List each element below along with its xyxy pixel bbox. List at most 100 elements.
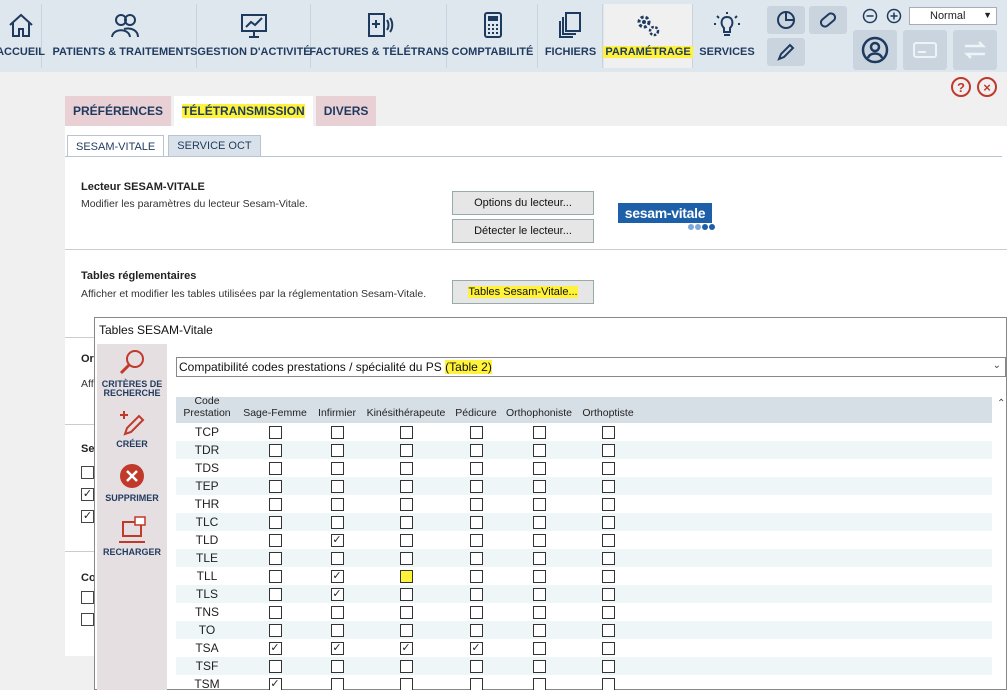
compatibility-checkbox[interactable] bbox=[601, 461, 615, 475]
compatibility-checkbox[interactable] bbox=[268, 569, 282, 583]
background-checkbox[interactable] bbox=[81, 613, 94, 626]
background-checkbox[interactable] bbox=[81, 591, 94, 604]
stats-button[interactable] bbox=[767, 6, 805, 34]
compatibility-checkbox[interactable] bbox=[469, 569, 483, 583]
create-button[interactable]: CRÉER bbox=[97, 408, 167, 449]
delete-button[interactable]: SUPPRIMER bbox=[97, 462, 167, 503]
reload-button[interactable]: RECHARGER bbox=[97, 516, 167, 557]
compatibility-checkbox[interactable] bbox=[268, 533, 282, 547]
compatibility-checkbox[interactable] bbox=[532, 587, 546, 601]
nav-factures[interactable]: FACTURES & TÉLÉTRANS bbox=[309, 4, 449, 68]
zoom-out-icon[interactable] bbox=[862, 8, 878, 24]
compatibility-checkbox[interactable] bbox=[268, 425, 282, 439]
compatibility-checkbox[interactable] bbox=[268, 623, 282, 637]
edit-button[interactable] bbox=[767, 38, 805, 66]
tab-teletransmission[interactable]: TÉLÉTRANSMISSION bbox=[174, 96, 313, 126]
compatibility-checkbox[interactable] bbox=[268, 551, 282, 565]
compatibility-checkbox[interactable] bbox=[601, 497, 615, 511]
compatibility-checkbox[interactable] bbox=[601, 533, 615, 547]
compatibility-checkbox[interactable] bbox=[532, 623, 546, 637]
compatibility-checkbox[interactable] bbox=[330, 479, 344, 493]
tab-divers[interactable]: DIVERS bbox=[315, 96, 377, 126]
nav-gestion[interactable]: GESTION D'ACTIVITÉ bbox=[197, 4, 311, 68]
card-reader-button[interactable] bbox=[903, 30, 947, 70]
compatibility-checkbox[interactable] bbox=[330, 461, 344, 475]
compatibility-checkbox[interactable] bbox=[601, 605, 615, 619]
detect-reader-button[interactable]: Détecter le lecteur... bbox=[452, 219, 594, 243]
compatibility-checkbox[interactable] bbox=[601, 623, 615, 637]
compatibility-checkbox[interactable] bbox=[330, 659, 344, 673]
nav-accueil[interactable]: ACCUEIL bbox=[0, 4, 45, 68]
compatibility-checkbox[interactable] bbox=[268, 605, 282, 619]
compatibility-checkbox[interactable] bbox=[532, 641, 546, 655]
display-mode-select[interactable]: Normal ▼ bbox=[909, 7, 997, 25]
compatibility-checkbox[interactable] bbox=[330, 497, 344, 511]
compatibility-checkbox[interactable] bbox=[532, 533, 546, 547]
user-account-button[interactable] bbox=[853, 30, 897, 70]
background-checkbox[interactable] bbox=[81, 466, 94, 479]
compatibility-checkbox[interactable] bbox=[601, 551, 615, 565]
tab-preferences[interactable]: PRÉFÉRENCES bbox=[65, 96, 172, 126]
reader-options-button[interactable]: Options du lecteur... bbox=[452, 191, 594, 215]
pill-button[interactable] bbox=[809, 6, 847, 34]
compatibility-checkbox[interactable] bbox=[399, 461, 413, 475]
compatibility-checkbox[interactable] bbox=[469, 677, 483, 690]
compatibility-checkbox[interactable] bbox=[330, 623, 344, 637]
compatibility-checkbox[interactable] bbox=[532, 479, 546, 493]
help-icon[interactable]: ? bbox=[951, 77, 971, 97]
compatibility-checkbox[interactable] bbox=[268, 659, 282, 673]
tables-sesam-vitale-button[interactable]: Tables Sesam-Vitale... bbox=[452, 280, 594, 304]
compatibility-checkbox[interactable]: ✓ bbox=[330, 641, 344, 655]
background-checkbox[interactable]: ✓ bbox=[81, 510, 94, 523]
subtab-sesam-vitale[interactable]: SESAM-VITALE bbox=[67, 135, 165, 157]
compatibility-checkbox[interactable] bbox=[469, 497, 483, 511]
compatibility-checkbox[interactable] bbox=[601, 425, 615, 439]
compatibility-checkbox[interactable] bbox=[469, 443, 483, 457]
compatibility-checkbox[interactable] bbox=[532, 515, 546, 529]
compatibility-checkbox[interactable]: ✓ bbox=[469, 641, 483, 655]
compatibility-checkbox[interactable] bbox=[268, 479, 282, 493]
compatibility-checkbox[interactable] bbox=[399, 479, 413, 493]
compatibility-checkbox[interactable] bbox=[399, 569, 413, 583]
compatibility-checkbox[interactable] bbox=[532, 659, 546, 673]
nav-patients[interactable]: PATIENTS & TRAITEMENTS bbox=[52, 4, 198, 68]
compatibility-checkbox[interactable] bbox=[469, 515, 483, 529]
compatibility-checkbox[interactable] bbox=[469, 623, 483, 637]
compatibility-checkbox[interactable] bbox=[601, 677, 615, 690]
scroll-up-icon[interactable]: ⌃ bbox=[997, 398, 1005, 409]
nav-services[interactable]: SERVICES bbox=[694, 4, 760, 68]
compatibility-checkbox[interactable]: ✓ bbox=[330, 569, 344, 583]
compatibility-checkbox[interactable] bbox=[268, 497, 282, 511]
compatibility-checkbox[interactable] bbox=[469, 551, 483, 565]
compatibility-checkbox[interactable] bbox=[330, 605, 344, 619]
table-select-combobox[interactable]: Compatibilité codes prestations / spécia… bbox=[176, 357, 1006, 377]
compatibility-checkbox[interactable] bbox=[601, 641, 615, 655]
compatibility-checkbox[interactable] bbox=[330, 551, 344, 565]
compatibility-checkbox[interactable] bbox=[399, 497, 413, 511]
nav-comptabilite[interactable]: COMPTABILITÉ bbox=[448, 4, 538, 68]
compatibility-checkbox[interactable] bbox=[399, 443, 413, 457]
compatibility-checkbox[interactable] bbox=[469, 659, 483, 673]
compatibility-checkbox[interactable] bbox=[268, 443, 282, 457]
compatibility-checkbox[interactable] bbox=[399, 605, 413, 619]
compatibility-checkbox[interactable] bbox=[601, 587, 615, 601]
compatibility-checkbox[interactable] bbox=[399, 425, 413, 439]
compatibility-checkbox[interactable] bbox=[532, 425, 546, 439]
compatibility-checkbox[interactable] bbox=[399, 587, 413, 601]
close-icon[interactable]: × bbox=[977, 77, 997, 97]
compatibility-checkbox[interactable] bbox=[469, 587, 483, 601]
compatibility-checkbox[interactable] bbox=[330, 443, 344, 457]
compatibility-checkbox[interactable]: ✓ bbox=[268, 641, 282, 655]
compatibility-checkbox[interactable] bbox=[532, 443, 546, 457]
compatibility-checkbox[interactable] bbox=[532, 569, 546, 583]
zoom-in-icon[interactable] bbox=[886, 8, 902, 24]
compatibility-checkbox[interactable] bbox=[601, 515, 615, 529]
compatibility-checkbox[interactable] bbox=[601, 479, 615, 493]
nav-parametrage[interactable]: PARAMÉTRAGE bbox=[603, 4, 693, 68]
compatibility-checkbox[interactable] bbox=[399, 533, 413, 547]
compatibility-checkbox[interactable] bbox=[399, 659, 413, 673]
compatibility-checkbox[interactable] bbox=[601, 659, 615, 673]
compatibility-checkbox[interactable] bbox=[399, 551, 413, 565]
compatibility-checkbox[interactable] bbox=[330, 677, 344, 690]
compatibility-checkbox[interactable] bbox=[532, 497, 546, 511]
